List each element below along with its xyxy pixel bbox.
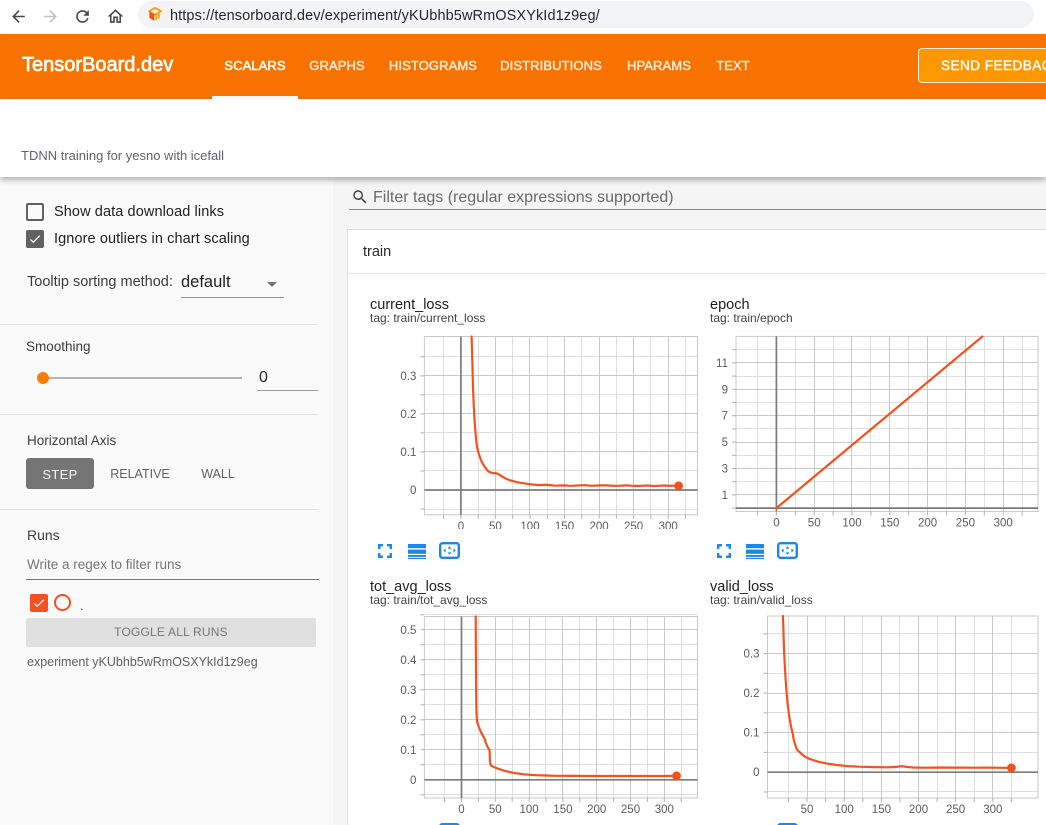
svg-text:200: 200 [587,804,606,814]
svg-text:300: 300 [659,521,678,529]
svg-text:0: 0 [410,775,416,787]
svg-text:0.2: 0.2 [744,688,760,700]
svg-text:250: 250 [621,804,640,814]
svg-text:250: 250 [956,518,975,530]
svg-text:0: 0 [458,521,464,529]
svg-text:11: 11 [716,358,728,370]
svg-text:150: 150 [880,518,899,530]
svg-text:9: 9 [722,384,728,396]
svg-text:100: 100 [842,518,861,530]
svg-text:0.3: 0.3 [400,685,416,697]
svg-text:250: 250 [946,804,965,814]
svg-text:150: 150 [555,521,574,529]
svg-text:0.2: 0.2 [400,715,416,727]
svg-text:50: 50 [808,518,821,530]
svg-text:5: 5 [722,437,728,449]
svg-text:150: 150 [553,804,572,814]
svg-text:100: 100 [520,521,539,529]
svg-text:150: 150 [872,804,891,814]
svg-text:200: 200 [918,518,937,530]
svg-text:0.5: 0.5 [400,625,416,637]
svg-text:0.3: 0.3 [400,371,416,383]
svg-text:0.1: 0.1 [400,447,416,459]
svg-text:50: 50 [801,804,814,814]
svg-text:0: 0 [458,804,464,814]
svg-text:300: 300 [994,518,1013,530]
svg-text:3: 3 [722,464,728,476]
svg-text:0.1: 0.1 [400,745,416,757]
svg-text:50: 50 [489,804,502,814]
svg-text:0: 0 [753,767,759,779]
svg-text:0.2: 0.2 [400,409,416,421]
svg-text:0.4: 0.4 [400,655,417,667]
svg-text:300: 300 [983,804,1002,814]
svg-text:0.3: 0.3 [744,649,760,661]
svg-text:300: 300 [655,804,674,814]
svg-text:100: 100 [835,804,854,814]
svg-text:0: 0 [773,518,779,530]
svg-text:100: 100 [520,804,539,814]
svg-text:200: 200 [909,804,928,814]
svg-text:0.1: 0.1 [744,728,760,740]
svg-text:250: 250 [624,521,643,529]
svg-text:200: 200 [590,521,609,529]
svg-text:0: 0 [410,485,416,497]
svg-text:50: 50 [489,521,502,529]
svg-text:7: 7 [722,411,728,423]
svg-text:1: 1 [722,490,728,502]
